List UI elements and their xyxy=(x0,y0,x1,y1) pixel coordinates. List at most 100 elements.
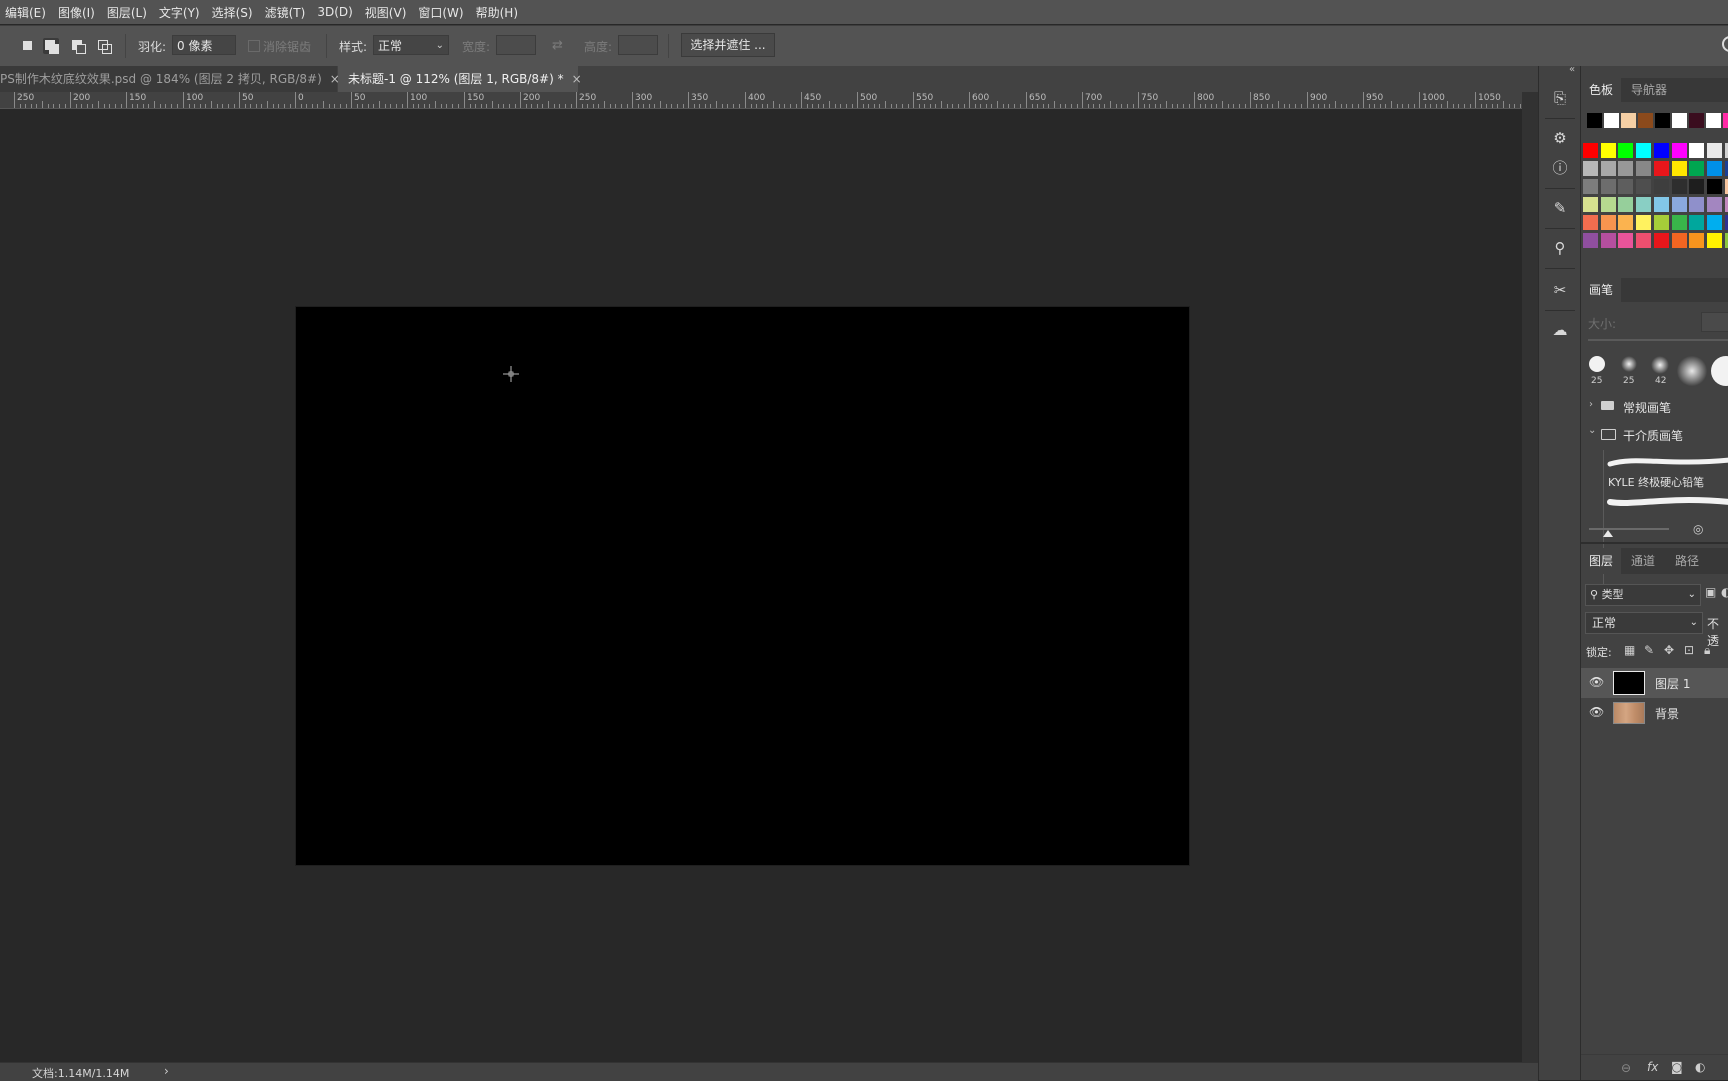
swatch[interactable] xyxy=(1671,179,1687,194)
document-canvas[interactable] xyxy=(296,307,1189,865)
swatch[interactable] xyxy=(1618,215,1634,230)
swatch[interactable] xyxy=(1583,179,1598,194)
libraries-icon[interactable]: ☁ xyxy=(1550,320,1570,340)
filter-image-icon[interactable]: ▣ xyxy=(1705,585,1716,599)
brush-group-dry-media[interactable]: ⌄ 干介质画笔 xyxy=(1581,420,1728,448)
swatch[interactable] xyxy=(1618,143,1634,158)
swatch[interactable] xyxy=(1600,179,1616,194)
swatch[interactable] xyxy=(1671,143,1687,158)
antialias-checkbox[interactable] xyxy=(248,40,260,52)
horizontal-ruler[interactable]: 250 200 150 100 50 0 50 100 150 200 250 300 350 400 45… xyxy=(0,92,1522,109)
swatch[interactable] xyxy=(1653,161,1669,176)
tab-layers[interactable]: 图层 xyxy=(1581,548,1622,574)
add-mask-icon[interactable]: ◙ xyxy=(1671,1060,1683,1074)
tab-swatches[interactable]: 色板 xyxy=(1581,78,1622,102)
lock-artboard-icon[interactable]: ⊡ xyxy=(1684,643,1694,657)
menu-help[interactable]: 帮助(H) xyxy=(471,4,525,21)
swatch[interactable] xyxy=(1706,179,1722,194)
search-icon[interactable] xyxy=(1722,36,1728,52)
lock-transparent-icon[interactable]: ▦ xyxy=(1624,643,1635,657)
swatch[interactable] xyxy=(1706,113,1721,128)
menu-edit[interactable]: 编辑(E) xyxy=(0,4,53,21)
brush-preset-soft[interactable] xyxy=(1621,356,1637,372)
swatch[interactable] xyxy=(1583,161,1598,176)
brush-name[interactable]: KYLE 终极硬心铅笔 xyxy=(1608,474,1704,490)
tab-channels[interactable]: 通道 xyxy=(1623,548,1663,574)
swatch[interactable] xyxy=(1618,233,1634,248)
tab-brushes[interactable]: 画笔 xyxy=(1581,278,1622,302)
swatch[interactable] xyxy=(1653,233,1669,248)
visibility-eye-icon[interactable]: 👁︎ xyxy=(1589,675,1604,689)
swatch[interactable] xyxy=(1636,233,1652,248)
swatch[interactable] xyxy=(1621,113,1636,128)
brush-size-slider[interactable] xyxy=(1588,339,1728,341)
swatch[interactable] xyxy=(1587,113,1602,128)
tab-untitled-1[interactable]: 未标题-1 @ 112% (图层 1, RGB/8#) * × xyxy=(338,66,582,92)
swatch[interactable] xyxy=(1653,143,1669,158)
swatch[interactable] xyxy=(1724,197,1728,212)
brush-preset-hard-large[interactable] xyxy=(1711,356,1728,386)
fx-icon[interactable]: fx xyxy=(1647,1060,1658,1074)
swatch[interactable] xyxy=(1636,179,1652,194)
swatch[interactable] xyxy=(1671,197,1687,212)
swatch[interactable] xyxy=(1618,197,1634,212)
brush-preset-hard[interactable] xyxy=(1589,356,1605,372)
menu-image[interactable]: 图像(I) xyxy=(53,4,102,21)
lock-all-icon[interactable]: 🔒︎ xyxy=(1704,643,1710,658)
eye-toggle-icon[interactable]: ◎ xyxy=(1693,522,1703,536)
slider-thumb-icon[interactable] xyxy=(1603,530,1613,537)
swatch[interactable] xyxy=(1583,215,1598,230)
swatch[interactable] xyxy=(1724,161,1728,176)
layer-filter-select[interactable]: ⚲ 类型 ⌄ xyxy=(1585,584,1701,606)
swatch[interactable] xyxy=(1706,197,1722,212)
brush-preset-soft[interactable] xyxy=(1651,356,1669,374)
menu-3d[interactable]: 3D(D) xyxy=(312,5,359,19)
link-layers-icon[interactable]: ⊖ xyxy=(1621,1061,1631,1075)
properties-icon[interactable]: ⚙ xyxy=(1550,128,1570,148)
layer-row[interactable]: 👁︎ 背景 xyxy=(1581,698,1728,728)
swatch[interactable] xyxy=(1689,113,1704,128)
tab-paths[interactable]: 路径 xyxy=(1667,548,1707,574)
scroll-track[interactable] xyxy=(1522,92,1538,1062)
swatch[interactable] xyxy=(1636,215,1652,230)
swap-icon[interactable]: ⇄ xyxy=(552,38,563,53)
height-input[interactable] xyxy=(618,35,658,55)
swatch[interactable] xyxy=(1618,179,1634,194)
info-icon[interactable]: ⓘ xyxy=(1550,158,1570,178)
swatch[interactable] xyxy=(1583,233,1598,248)
lock-position-icon[interactable]: ✥ xyxy=(1664,643,1674,657)
swatch[interactable] xyxy=(1671,233,1687,248)
layer-row[interactable]: 👁︎ 图层 1 xyxy=(1581,668,1728,698)
swatch[interactable] xyxy=(1689,179,1705,194)
swatch[interactable] xyxy=(1600,161,1616,176)
menu-filter[interactable]: 滤镜(T) xyxy=(260,4,313,21)
brush-preset-soft-large[interactable] xyxy=(1677,356,1707,386)
swatch[interactable] xyxy=(1600,143,1616,158)
swatch[interactable] xyxy=(1671,161,1687,176)
swatch[interactable] xyxy=(1600,197,1616,212)
visibility-eye-icon[interactable]: 👁︎ xyxy=(1589,705,1604,719)
menu-select[interactable]: 选择(S) xyxy=(207,4,260,21)
intersect-selection-icon[interactable] xyxy=(96,38,112,54)
swatch[interactable] xyxy=(1618,161,1634,176)
swatch[interactable] xyxy=(1706,215,1722,230)
swatch[interactable] xyxy=(1600,233,1616,248)
blend-mode-select[interactable]: 正常 ⌄ xyxy=(1585,612,1703,634)
tab-navigator[interactable]: 导航器 xyxy=(1623,78,1675,102)
swatch[interactable] xyxy=(1689,215,1705,230)
swatch[interactable] xyxy=(1636,161,1652,176)
swatch[interactable] xyxy=(1723,113,1728,128)
brush-settings-icon[interactable]: ✎ xyxy=(1550,198,1570,218)
layer-name[interactable]: 背景 xyxy=(1655,705,1679,722)
swatch[interactable] xyxy=(1724,215,1728,230)
menu-layer[interactable]: 图层(L) xyxy=(102,4,154,21)
swatch[interactable] xyxy=(1706,161,1722,176)
swatch[interactable] xyxy=(1706,143,1722,158)
swatch[interactable] xyxy=(1672,113,1687,128)
swatch[interactable] xyxy=(1653,179,1669,194)
select-and-mask-button[interactable]: 选择并遮住 ... xyxy=(681,33,775,57)
tool-presets-icon[interactable]: ✂ xyxy=(1550,280,1570,300)
preview-size-slider[interactable] xyxy=(1589,528,1669,530)
brush-group-general[interactable]: › 常规画笔 xyxy=(1581,392,1728,420)
tab-wood-texture-psd[interactable]: PS制作木纹底纹效果.psd @ 184% (图层 2 拷贝, RGB/8#) × xyxy=(0,66,340,92)
